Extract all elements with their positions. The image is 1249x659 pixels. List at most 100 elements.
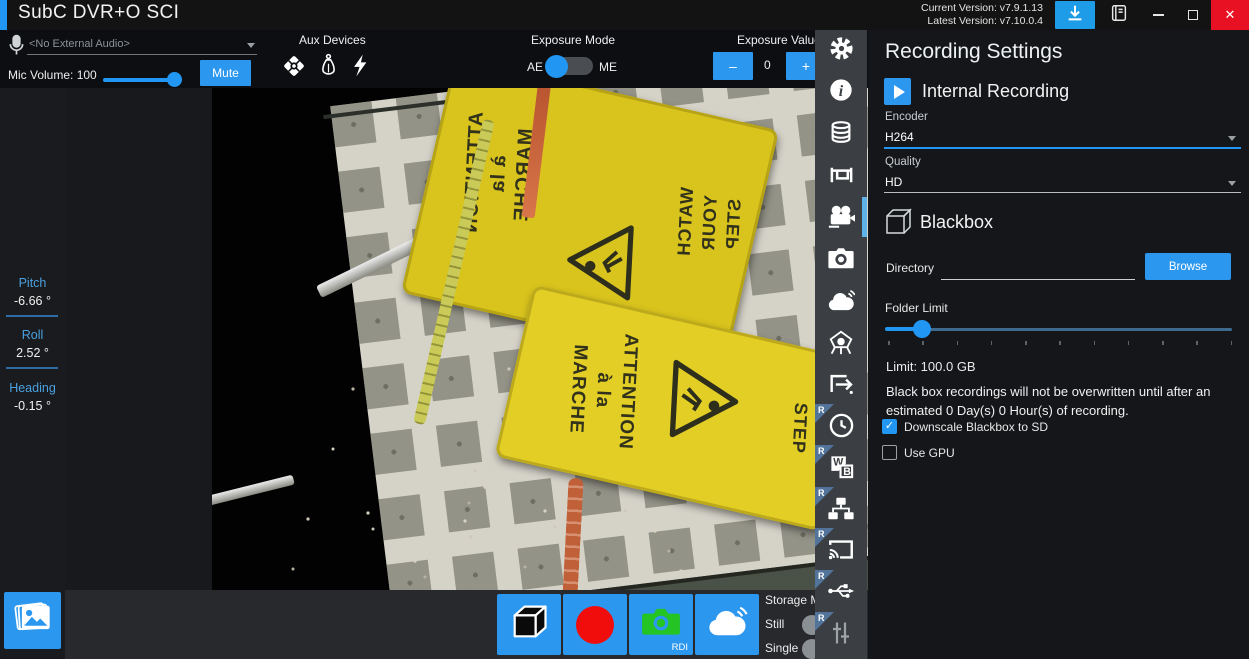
downscale-checkbox[interactable]: ✓ — [882, 419, 897, 434]
blackbox-cube-icon — [507, 600, 551, 649]
current-version: Current Version: v7.9.1.13 — [921, 2, 1043, 15]
download-icon — [1065, 3, 1085, 28]
trim-sliders-icon[interactable] — [827, 619, 855, 647]
telemetry-sidebar: Pitch -6.66 ° Roll 2.52 ° Heading -0.15 … — [0, 88, 65, 659]
pitch-label: Pitch — [0, 276, 65, 290]
usb-icon[interactable] — [827, 577, 855, 605]
bottom-control-bar: RDI Storage M Still Single — [65, 590, 868, 659]
aux-devices-label: Aux Devices — [299, 33, 366, 47]
cloud-upload-button[interactable] — [695, 594, 759, 655]
top-toolbar: <No External Audio> Mic Volume: 100 Mute… — [0, 30, 868, 88]
cloud-upload-icon[interactable] — [827, 286, 855, 314]
exposure-decrease-button[interactable]: – — [713, 52, 753, 80]
aux-lamp-icon[interactable] — [827, 328, 855, 356]
use-gpu-checkbox[interactable] — [882, 445, 897, 460]
exposure-mode-toggle[interactable] — [547, 57, 593, 75]
version-info: Current Version: v7.9.1.13 Latest Versio… — [921, 2, 1043, 28]
minimize-icon — [1153, 14, 1164, 16]
encoder-value[interactable]: H264 — [885, 130, 914, 144]
directory-input[interactable] — [941, 252, 1135, 280]
record-button[interactable] — [563, 594, 627, 655]
lamp-icon[interactable] — [319, 52, 338, 84]
titlebar: SubC DVR+O SCI Current Version: v7.9.1.1… — [0, 0, 1249, 30]
app-window: SubC DVR+O SCI Current Version: v7.9.1.1… — [0, 0, 1249, 659]
still-mode-label: Still — [765, 617, 784, 631]
slider-track — [103, 78, 175, 82]
aux-devices-group — [281, 52, 381, 84]
title-accent-bar — [0, 0, 7, 30]
record-icon — [576, 606, 614, 644]
slider-thumb[interactable] — [167, 72, 182, 87]
minimize-button[interactable] — [1142, 0, 1174, 30]
quality-value[interactable]: HD — [885, 175, 902, 189]
blackbox-cube-outline-icon — [882, 205, 914, 242]
latest-version: Latest Version: v7.10.0.4 — [921, 15, 1043, 28]
system-info-icon[interactable]: i — [827, 76, 855, 104]
divider — [6, 367, 58, 369]
blackbox-button[interactable] — [497, 594, 561, 655]
encoder-underline — [884, 147, 1241, 149]
still-camera-icon — [640, 605, 682, 644]
single-mode-label: Single — [765, 641, 798, 655]
exit-icon[interactable] — [827, 370, 855, 398]
chevron-down-icon[interactable] — [1228, 136, 1236, 141]
chevron-down-icon — [247, 43, 255, 48]
limit-value-text: Limit: 100.0 GB — [886, 359, 976, 374]
recording-icon[interactable] — [827, 202, 855, 230]
media-gallery-button[interactable] — [4, 592, 61, 649]
beacon-icon[interactable] — [281, 53, 307, 84]
board-bottom-rail — [385, 545, 868, 590]
slider-thumb[interactable] — [913, 320, 931, 338]
white-balance-icon[interactable]: WB — [827, 452, 855, 480]
directory-label: Directory — [886, 261, 934, 275]
audio-source-select[interactable]: <No External Audio> — [27, 35, 257, 55]
blackbox-heading: Blackbox — [920, 212, 993, 233]
gallery-icon — [13, 598, 53, 643]
sign-text: ATTENTION à la MARCHE — [562, 314, 645, 468]
log-journal-button[interactable] — [1104, 0, 1134, 30]
camera-video-frame: ATTENTION à la MARCHE WATCH YOUR STEP AT… — [212, 88, 868, 590]
browse-button[interactable]: Browse — [1145, 253, 1231, 280]
stills-camera-icon[interactable] — [827, 244, 855, 272]
maximize-button[interactable] — [1177, 0, 1209, 30]
mic-volume-slider[interactable] — [103, 72, 183, 87]
use-gpu-label: Use GPU — [904, 446, 955, 460]
svg-text:i: i — [839, 83, 844, 100]
lightning-icon[interactable] — [350, 52, 370, 84]
marine-snow-particles — [212, 88, 214, 90]
panel-title: Recording Settings — [885, 40, 1062, 64]
warning-triangle-icon — [662, 358, 743, 442]
exposure-value-label: Exposure Value — [737, 33, 821, 47]
roll-label: Roll — [0, 328, 65, 342]
selected-tab-indicator — [862, 197, 867, 237]
close-button[interactable]: ✕ — [1211, 0, 1249, 30]
mic-volume-label: Mic Volume: 100 — [8, 68, 97, 82]
sign-text-mirrored: WATCH YOUR STEP — [670, 146, 750, 300]
roll-value: 2.52 ° — [0, 346, 65, 360]
exposure-mode-label: Exposure Mode — [531, 33, 615, 47]
play-icon — [894, 85, 905, 99]
still-capture-button[interactable]: RDI — [629, 594, 693, 655]
heading-value: -0.15 ° — [0, 399, 65, 413]
heading-label: Heading — [0, 381, 65, 395]
chevron-down-icon[interactable] — [1228, 181, 1236, 186]
internal-recording-heading: Internal Recording — [922, 81, 1069, 102]
record-timer-icon[interactable] — [827, 411, 855, 439]
blackbox-warning-text: Black box recordings will not be overwri… — [886, 382, 1240, 420]
rdi-label: RDI — [672, 642, 688, 653]
microphone-icon — [8, 34, 25, 62]
settings-icon[interactable] — [827, 34, 855, 62]
mute-button[interactable]: Mute — [200, 60, 251, 86]
audio-source-value: <No External Audio> — [29, 38, 130, 50]
storage-icon[interactable] — [827, 118, 855, 146]
network-icon[interactable] — [827, 494, 855, 522]
ae-label: AE — [527, 60, 543, 74]
dvr-icon[interactable] — [827, 160, 855, 188]
pitch-value: -6.66 ° — [0, 294, 65, 308]
folder-limit-slider[interactable] — [885, 320, 1232, 338]
divider — [6, 315, 58, 317]
internal-recording-play-button[interactable] — [884, 78, 911, 105]
cast-icon[interactable] — [827, 535, 855, 563]
download-update-button[interactable] — [1055, 1, 1095, 29]
svg-text:B: B — [843, 466, 851, 478]
